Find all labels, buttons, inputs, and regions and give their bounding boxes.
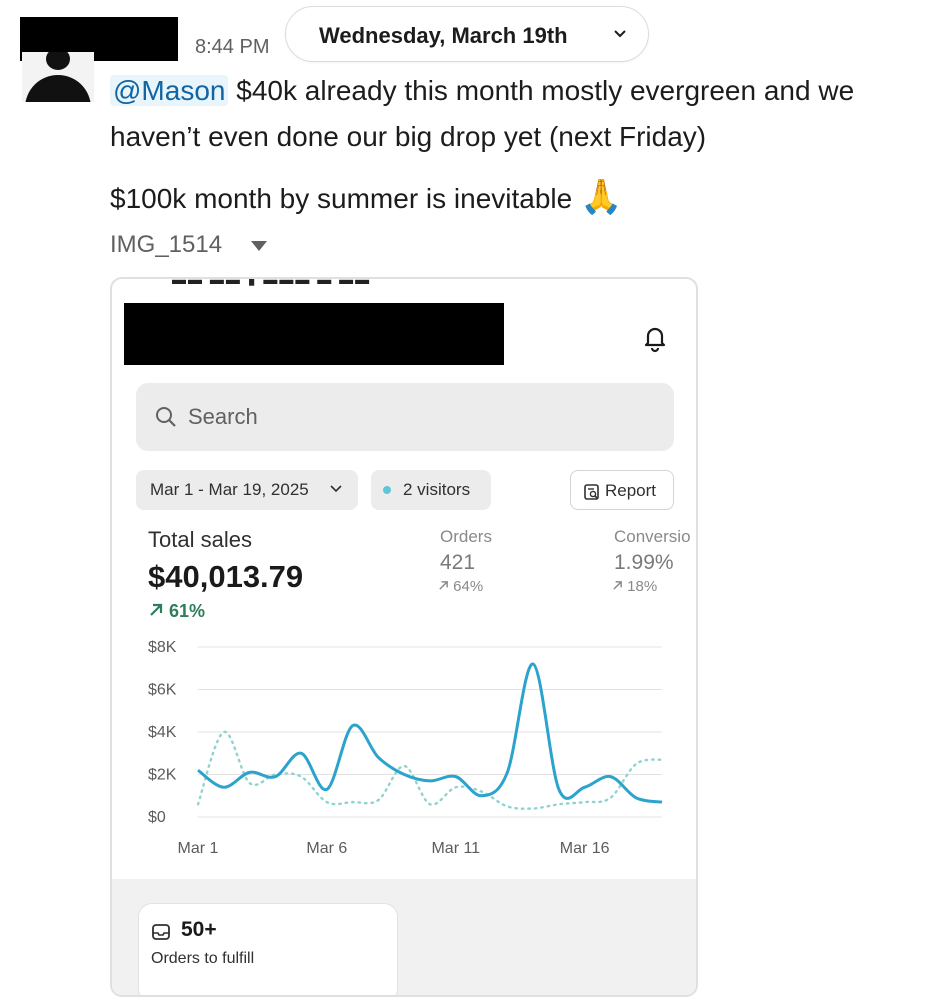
search-icon bbox=[156, 407, 176, 427]
total-sales-label: Total sales bbox=[148, 527, 252, 552]
message-line-3: $100k month by summer is inevitable 🙏 bbox=[110, 175, 622, 221]
message-timestamp[interactable]: 8:44 PM bbox=[195, 36, 269, 59]
orders-change: 64% bbox=[438, 578, 483, 595]
visitors-badge: 2 visitors bbox=[371, 470, 491, 510]
y-tick-label: $2K bbox=[148, 767, 177, 784]
current-series-line bbox=[197, 662, 663, 804]
y-tick-label: $6K bbox=[148, 682, 177, 699]
live-dot-icon bbox=[383, 486, 391, 494]
date-divider-label: Wednesday, March 19th bbox=[319, 23, 568, 48]
phone-status-bar: ▬▬ ▬▬ ▮ ▬▬▬ ▬ ▬▬ bbox=[172, 277, 372, 287]
conversion-change: 18% bbox=[612, 578, 657, 595]
caret-down-icon[interactable] bbox=[250, 240, 268, 252]
orders-label: Orders bbox=[440, 527, 492, 546]
sales-line-chart: $8K $6K $4K $2K $0 Mar 1 Mar 6 Mar 11 Mar 16 bbox=[148, 639, 664, 857]
bell-icon bbox=[644, 327, 666, 353]
x-tick-label: Mar 6 bbox=[306, 840, 347, 857]
conversion-value: 1.99% bbox=[614, 551, 674, 574]
image-attachment[interactable]: ▬▬ ▬▬ ▮ ▬▬▬ ▬ ▬▬ Search Mar 1 - Mar 19, … bbox=[110, 277, 698, 997]
inbox-icon bbox=[152, 924, 170, 940]
report-label: Report bbox=[605, 481, 657, 500]
redacted-store-name bbox=[124, 303, 504, 365]
message-text-1: $40k already this month mostly evergreen… bbox=[228, 75, 855, 106]
attachment-name[interactable]: IMG_1514 bbox=[110, 231, 222, 259]
message-line-2: haven’t even done our big drop yet (next… bbox=[110, 121, 707, 152]
chevron-down-icon bbox=[330, 485, 342, 493]
report-icon bbox=[584, 484, 599, 500]
arrow-up-right-icon bbox=[150, 603, 163, 616]
y-tick-label: $0 bbox=[148, 809, 166, 826]
date-divider-button[interactable]: Wednesday, March 19th bbox=[285, 6, 649, 62]
arrow-up-right-icon bbox=[613, 581, 622, 590]
conversion-label: Conversio bbox=[614, 527, 691, 546]
y-tick-label: $4K bbox=[148, 724, 177, 741]
search-placeholder: Search bbox=[188, 404, 258, 429]
orders-to-fulfill-count: 50+ bbox=[181, 918, 217, 941]
user-mention[interactable]: @Mason bbox=[110, 75, 229, 106]
chevron-down-icon bbox=[614, 30, 626, 38]
message-text-3: $100k month by summer is inevitable bbox=[110, 183, 573, 214]
date-range-label: Mar 1 - Mar 19, 2025 bbox=[150, 480, 309, 499]
visitors-label: 2 visitors bbox=[403, 480, 471, 499]
comparison-series-line bbox=[196, 730, 664, 810]
orders-to-fulfill-card: 50+ Orders to fulfill bbox=[138, 903, 398, 995]
total-sales-value: $40,013.79 bbox=[148, 559, 304, 594]
x-tick-label: Mar 16 bbox=[560, 840, 610, 857]
arrow-up-right-icon bbox=[439, 581, 448, 590]
date-range-picker: Mar 1 - Mar 19, 2025 bbox=[136, 470, 358, 510]
orders-to-fulfill-label: Orders to fulfill bbox=[151, 950, 255, 967]
y-tick-label: $8K bbox=[148, 639, 177, 656]
message-line-1: @Mason $40k already this month mostly ev… bbox=[110, 69, 854, 113]
x-tick-label: Mar 1 bbox=[178, 840, 219, 857]
report-button: Report bbox=[570, 470, 674, 510]
praying-hands-emoji: 🙏 bbox=[580, 178, 623, 216]
total-sales-change: 61% bbox=[148, 601, 205, 622]
avatar[interactable] bbox=[22, 52, 94, 102]
search-bar: Search bbox=[136, 383, 674, 451]
orders-value: 421 bbox=[440, 551, 476, 574]
x-tick-label: Mar 11 bbox=[431, 840, 480, 857]
